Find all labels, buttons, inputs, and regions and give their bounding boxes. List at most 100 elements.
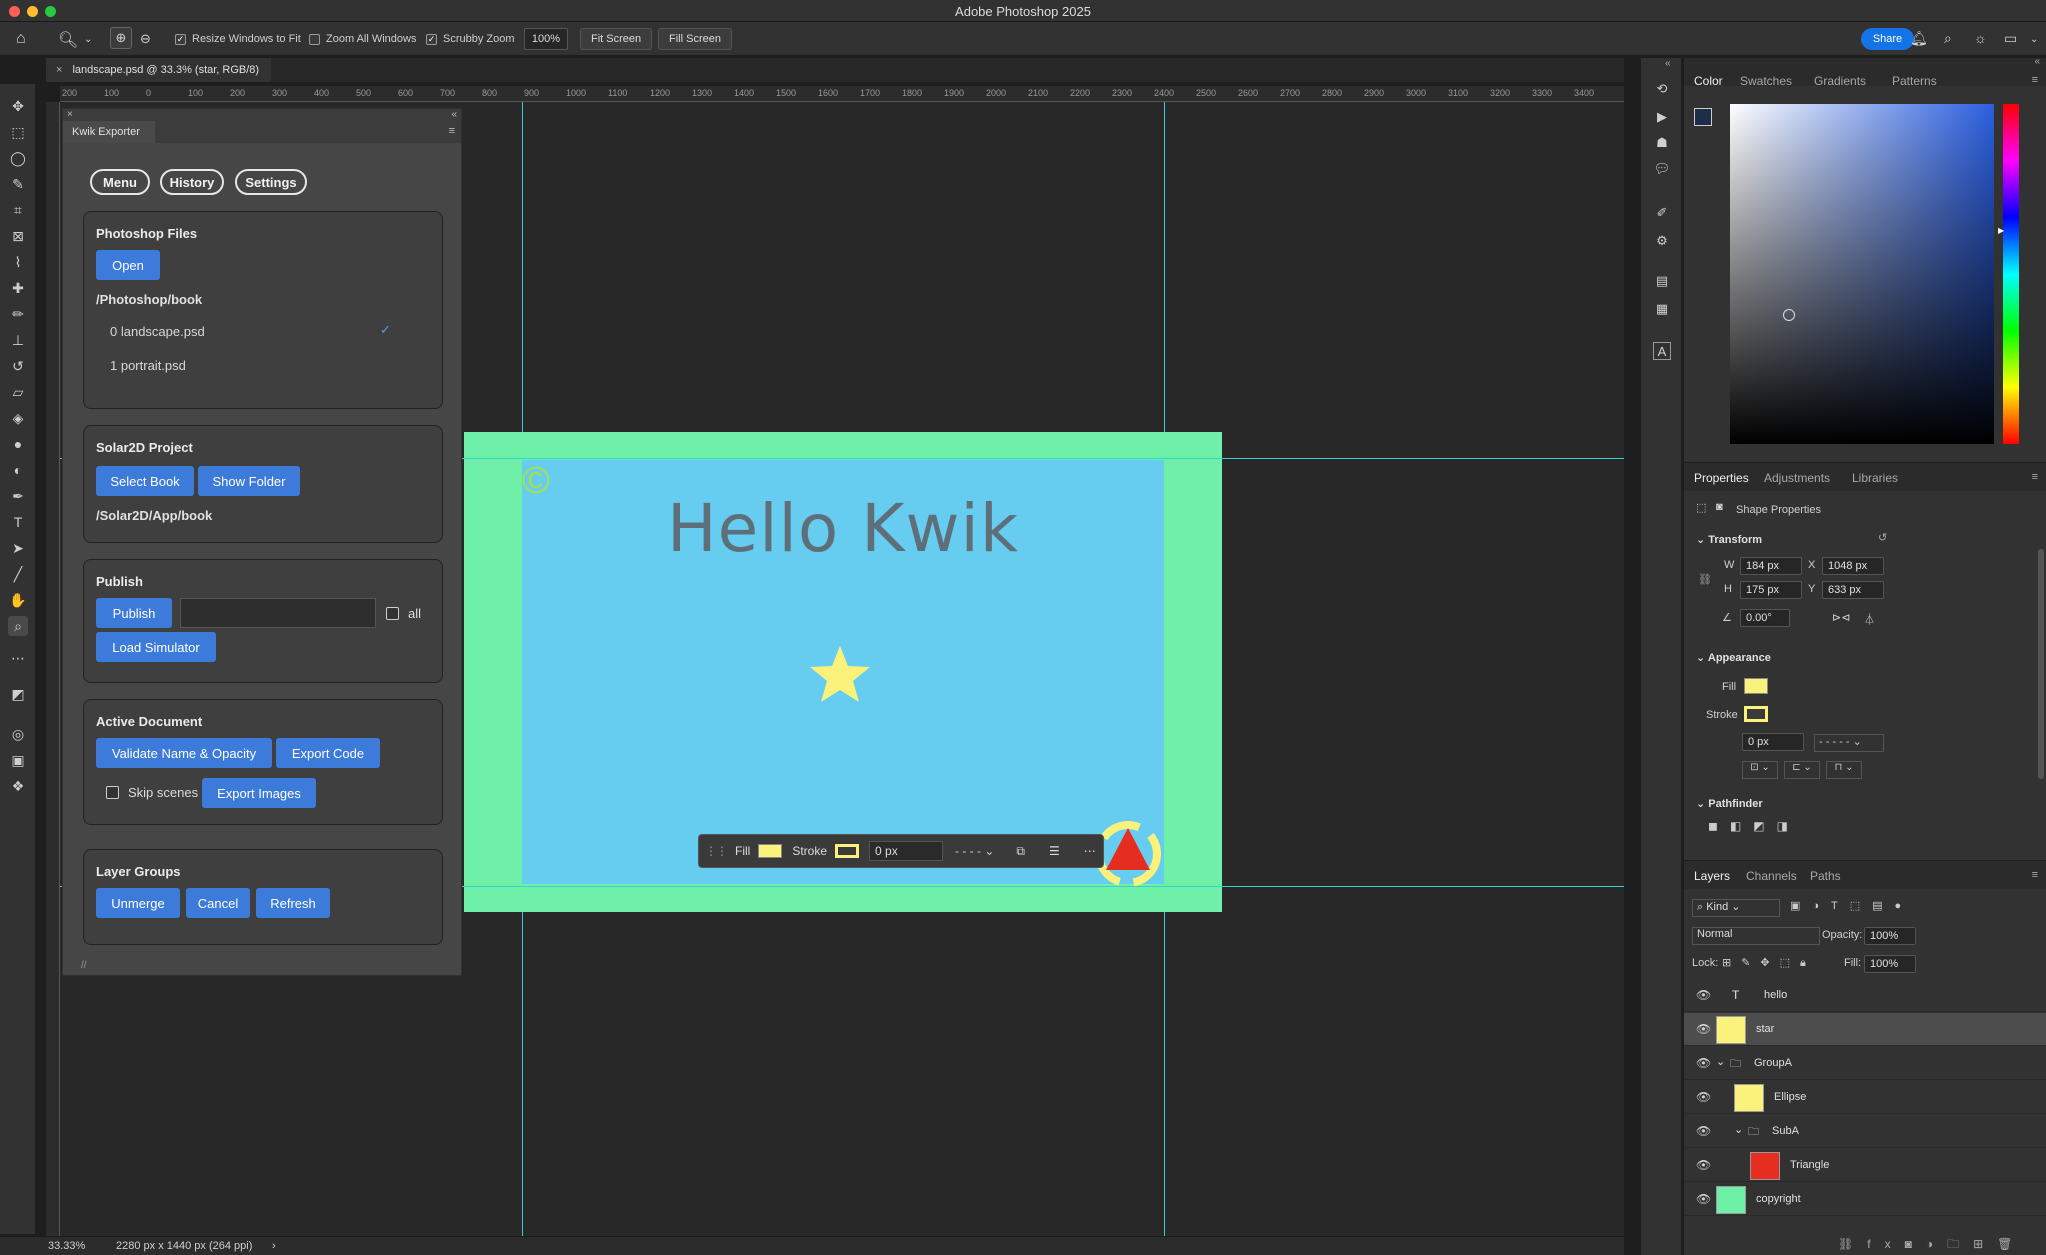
horizontal-ruler[interactable]: 200 100 0 100 200 300 400 500 600 700 800 900 1000 11… (60, 86, 1624, 102)
hue-slider[interactable] (2003, 104, 2019, 444)
zoom-out-icon[interactable]: ⊖ (140, 31, 151, 47)
generative-icon[interactable]: ❖ (8, 776, 28, 796)
height-field[interactable]: 175 px (1740, 581, 1802, 599)
resize-grip-icon[interactable]: // (81, 960, 87, 971)
pen-tool-icon[interactable]: ✒ (8, 486, 28, 506)
history-brush-icon[interactable]: ↺ (8, 356, 28, 376)
ctx-stroke-width-field[interactable]: 0 px (869, 841, 944, 861)
cancel-button[interactable]: Cancel (186, 888, 250, 918)
layer-actions-bar[interactable]: ⛓fx◙◑🗀⊞🗑︎ (1838, 1235, 2026, 1255)
properties-scrollbar[interactable] (2038, 549, 2044, 779)
home-icon[interactable]: ⌂ (16, 30, 26, 48)
transform-title[interactable]: ⌄ Transform (1696, 533, 1762, 546)
marquee-tool-icon[interactable]: ⬚ (8, 122, 28, 142)
lightbulb-icon[interactable]: ☼ (1974, 30, 1987, 46)
search-icon[interactable]: ⌕ (1944, 30, 1952, 47)
layer-row-triangle[interactable]: 👁︎ Triangle (1684, 1149, 2046, 1182)
eyedropper-tool-icon[interactable]: ⌇ (8, 252, 28, 272)
y-field[interactable]: 633 px (1822, 581, 1884, 599)
workspace-icon[interactable]: ▭ (2004, 30, 2017, 47)
all-checkbox[interactable] (386, 607, 399, 620)
select-book-button[interactable]: Select Book (96, 466, 194, 496)
object-selection-icon[interactable]: ✎ (8, 174, 28, 194)
type-tool-icon[interactable]: T (8, 512, 28, 532)
export-images-button[interactable]: Export Images (202, 778, 316, 808)
angle-field[interactable]: 0.00° (1740, 609, 1790, 627)
healing-brush-icon[interactable]: ✚ (8, 278, 28, 298)
hue-slider-handle[interactable]: ▶ (1998, 226, 2004, 235)
tab-layers[interactable]: Layers (1694, 869, 1730, 883)
validate-name-opacity-button[interactable]: Validate Name & Opacity (96, 738, 272, 768)
tab-patterns[interactable]: Patterns (1892, 74, 1937, 88)
layer-row-ellipse[interactable]: 👁︎ Ellipse (1684, 1081, 2046, 1114)
color-picker-handle[interactable] (1783, 309, 1795, 321)
adjust-icon[interactable]: ☰ (1049, 844, 1060, 858)
layer-row-copyright[interactable]: 👁︎ copyright (1684, 1183, 2046, 1216)
panel-menu-icon[interactable]: ≡ (449, 125, 455, 137)
link-icon[interactable]: ⛓ (1698, 573, 1712, 586)
zoom-all-windows-checkbox[interactable]: Zoom All Windows (309, 22, 416, 56)
notes-panel-icon[interactable]: ▦ (1653, 300, 1671, 318)
layer-row-hello[interactable]: 👁︎ T hello (1684, 979, 2046, 1012)
panel-menu-icon[interactable]: ≡ (2032, 74, 2038, 86)
unmerge-button[interactable]: Unmerge (96, 888, 180, 918)
blur-tool-icon[interactable]: ● (8, 434, 28, 454)
open-button[interactable]: Open (96, 250, 160, 280)
width-field[interactable]: 184 px (1740, 557, 1802, 575)
stroke-style-dropdown[interactable]: - - - - ⌄ (955, 844, 994, 858)
share-button[interactable]: Share (1861, 28, 1914, 50)
export-code-button[interactable]: Export Code (276, 738, 380, 768)
vertical-ruler[interactable] (46, 102, 60, 1236)
foreground-color-swatch[interactable] (1694, 108, 1712, 126)
tab-paths[interactable]: Paths (1810, 869, 1841, 883)
fill-screen-button[interactable]: Fill Screen (658, 28, 732, 50)
crop-tool-icon[interactable]: ⌗ (8, 200, 28, 220)
panel-menu-icon[interactable]: ≡ (2032, 471, 2038, 483)
dodge-tool-icon[interactable]: ◐ (8, 460, 28, 480)
skip-scenes-checkbox[interactable] (106, 786, 119, 799)
layer-row-suba[interactable]: 👁︎ ⌄ 🗀 SubA (1684, 1115, 2046, 1148)
menu-button[interactable]: Menu (90, 169, 150, 195)
paint-bucket-icon[interactable]: ◈ (8, 408, 28, 428)
frame-tool-icon[interactable]: ⊠ (8, 226, 28, 246)
chevron-down-icon[interactable]: ⌄ (1716, 1055, 1725, 1068)
stroke-type-dropdown[interactable]: - - - - - ⌄ (1814, 734, 1884, 752)
chevron-down-icon[interactable]: ⌄ (84, 34, 92, 45)
stroke-color-swatch[interactable] (1744, 706, 1768, 722)
load-simulator-button[interactable]: Load Simulator (96, 632, 216, 662)
tab-color[interactable]: Color (1694, 74, 1723, 88)
actions-panel-icon[interactable]: ▶ (1653, 108, 1671, 126)
copyright-symbol[interactable]: © (522, 460, 550, 503)
plugins-panel-icon[interactable]: ☗ (1653, 134, 1671, 152)
lasso-tool-icon[interactable]: ◯ (8, 148, 28, 168)
eye-icon[interactable]: 👁︎ (1696, 1192, 1711, 1206)
adjustments-icon[interactable]: ⚙ (1653, 232, 1671, 250)
brush-settings-icon[interactable]: ✐ (1653, 204, 1671, 222)
fill-color-swatch[interactable] (1744, 678, 1768, 694)
pathfinder-title[interactable]: ⌄ Pathfinder (1696, 797, 1763, 810)
background-layer[interactable]: Hello Kwik (522, 460, 1164, 887)
chevron-right-icon[interactable]: › (272, 1240, 276, 1252)
screen-mode-icon[interactable]: ▣ (8, 750, 28, 770)
brush-tool-icon[interactable]: ✏ (8, 304, 28, 324)
show-folder-button[interactable]: Show Folder (198, 466, 300, 496)
scrubby-zoom-checkbox[interactable]: ✓ Scrubby Zoom (426, 22, 515, 56)
kind-filter-dropdown[interactable]: ⌕ Kind ⌄ (1692, 899, 1780, 917)
chevron-down-icon[interactable]: ⌄ (2030, 34, 2038, 45)
collapse-panel-icon[interactable]: « (451, 109, 457, 120)
zoom-tool-icon[interactable]: 🔍︎ (58, 30, 78, 50)
eraser-tool-icon[interactable]: ▱ (8, 382, 28, 402)
layer-row-groupa[interactable]: 👁︎ ⌄ 🗀 GroupA (1684, 1047, 2046, 1080)
panel-menu-icon[interactable]: ≡ (2032, 869, 2038, 881)
publish-button[interactable]: Publish (96, 598, 172, 628)
history-panel-icon[interactable]: ⟲ (1653, 80, 1671, 98)
zoom-in-icon[interactable]: ⊕ (110, 27, 132, 49)
close-panel-icon[interactable]: × (67, 109, 73, 120)
resize-windows-checkbox[interactable]: ✓ Resize Windows to Fit (175, 22, 301, 56)
bell-icon[interactable]: 🔔︎ (1910, 30, 1928, 47)
stroke-caps-dropdown[interactable]: ⊏ ⌄ (1784, 761, 1820, 779)
star-shape[interactable] (808, 644, 872, 704)
file-item-portrait[interactable]: 1 portrait.psd (110, 358, 186, 373)
foreground-background-icon[interactable]: ◩ (8, 684, 28, 704)
more-options-icon[interactable]: ⋯ (1084, 844, 1096, 858)
